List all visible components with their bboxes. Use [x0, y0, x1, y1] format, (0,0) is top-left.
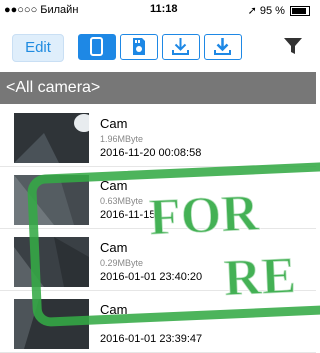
watermark-text: FOR RE: [147, 184, 298, 308]
watermark-line-2: RE: [223, 247, 298, 307]
watermark-line-1: FOR: [148, 185, 262, 247]
